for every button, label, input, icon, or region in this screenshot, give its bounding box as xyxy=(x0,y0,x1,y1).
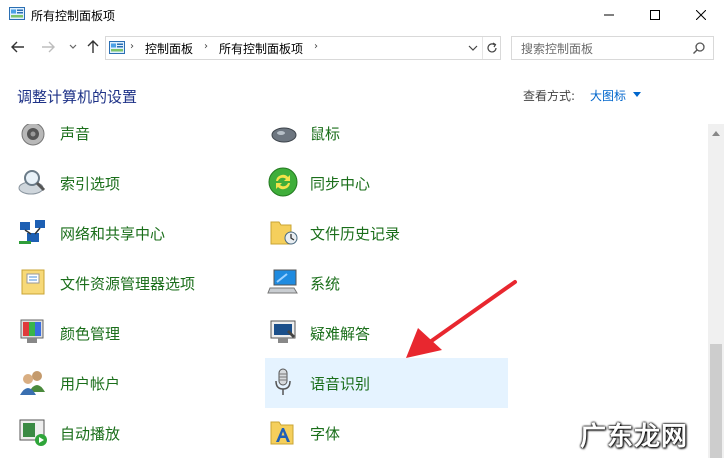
arrow-left-icon xyxy=(11,41,24,53)
item-label: 鼠标 xyxy=(310,125,341,143)
view-by-label: 查看方式: xyxy=(523,89,576,103)
troubleshooting-icon xyxy=(270,320,296,343)
item-fonts[interactable]: 字体 xyxy=(265,408,508,458)
recent-locations-button[interactable] xyxy=(64,38,82,56)
mouse-icon xyxy=(271,127,297,143)
watermark-text: 广东龙网 xyxy=(580,422,689,452)
control-panel-icon xyxy=(9,7,25,20)
sync-center-icon xyxy=(268,167,298,197)
caret-down-icon[interactable] xyxy=(633,92,641,97)
item-indexing-options[interactable]: 索引选项 xyxy=(15,158,258,208)
item-label: 声音 xyxy=(60,125,91,143)
item-speech-recognition[interactable]: 语音识别 xyxy=(265,358,508,408)
arrow-up-icon xyxy=(87,40,99,53)
item-label: 索引选项 xyxy=(60,175,121,193)
forward-button[interactable] xyxy=(39,38,57,56)
search-box[interactable]: 搜索控制面板 xyxy=(511,36,714,60)
chevron-down-icon[interactable] xyxy=(466,41,480,55)
page-heading: 调整计算机的设置 xyxy=(17,88,138,106)
control-panel-icon xyxy=(109,41,125,54)
item-sync-center[interactable]: 同步中心 xyxy=(265,158,508,208)
item-color-management[interactable]: 颜色管理 xyxy=(15,308,258,358)
navigation-bar: › 控制面板 › 所有控制面板项 › 搜索控制面板 xyxy=(0,30,724,64)
control-panel-items: 声音 索引选项 网络和共享中心 文件资源管理器选项 颜色管理 用户帐户 自动播放… xyxy=(0,124,708,458)
back-button[interactable] xyxy=(9,38,27,56)
item-label: 系统 xyxy=(310,275,341,293)
item-mouse[interactable]: 鼠标 xyxy=(265,124,508,158)
autoplay-icon xyxy=(19,419,47,446)
up-button[interactable] xyxy=(84,38,102,56)
item-sound[interactable]: 声音 xyxy=(15,124,258,158)
close-button[interactable] xyxy=(678,0,724,30)
chevron-down-icon xyxy=(69,44,77,49)
refresh-button[interactable] xyxy=(482,37,501,59)
close-icon xyxy=(696,10,706,20)
maximize-icon xyxy=(650,10,660,20)
item-system[interactable]: 系统 xyxy=(265,258,508,308)
network-icon xyxy=(19,220,45,244)
vertical-scrollbar[interactable] xyxy=(708,124,724,458)
item-autoplay[interactable]: 自动播放 xyxy=(15,408,258,458)
file-history-icon xyxy=(270,221,298,245)
item-file-explorer-options[interactable]: 文件资源管理器选项 xyxy=(15,258,258,308)
item-label: 字体 xyxy=(310,425,341,443)
indexing-magnifier-icon xyxy=(18,170,46,195)
item-label: 文件资源管理器选项 xyxy=(60,275,196,293)
item-label: 同步中心 xyxy=(310,175,371,193)
refresh-icon xyxy=(487,42,497,53)
window-title: 所有控制面板项 xyxy=(31,9,116,23)
item-label: 颜色管理 xyxy=(60,325,121,343)
maximize-button[interactable] xyxy=(632,0,678,30)
speaker-icon xyxy=(21,124,45,146)
search-placeholder: 搜索控制面板 xyxy=(521,42,594,56)
item-user-accounts[interactable]: 用户帐户 xyxy=(15,358,258,408)
item-label: 疑难解答 xyxy=(310,325,371,343)
folder-options-icon xyxy=(21,269,45,295)
search-icon xyxy=(693,42,705,54)
color-management-icon xyxy=(20,319,44,343)
item-label: 自动播放 xyxy=(60,425,121,443)
item-label: 语音识别 xyxy=(310,375,371,393)
breadcrumb-all-items[interactable]: 所有控制面板项 xyxy=(219,40,303,57)
item-network-sharing-center[interactable]: 网络和共享中心 xyxy=(15,208,258,258)
view-by-dropdown[interactable]: 大图标 xyxy=(590,87,626,104)
minimize-button[interactable] xyxy=(586,0,632,30)
fonts-icon xyxy=(270,421,294,445)
breadcrumb-control-panel[interactable]: 控制面板 xyxy=(145,40,193,57)
user-accounts-icon xyxy=(20,371,45,395)
item-label: 文件历史记录 xyxy=(310,225,401,243)
item-troubleshooting[interactable]: 疑难解答 xyxy=(265,308,508,358)
arrow-right-icon xyxy=(42,41,55,53)
title-bar: 所有控制面板项 xyxy=(0,0,724,30)
breadcrumb-separator-icon[interactable]: › xyxy=(204,41,208,52)
item-file-history[interactable]: 文件历史记录 xyxy=(265,208,508,258)
item-label: 用户帐户 xyxy=(60,375,121,393)
item-label: 网络和共享中心 xyxy=(60,225,166,243)
system-icon xyxy=(267,269,298,294)
scrollbar-thumb[interactable] xyxy=(710,344,722,458)
microphone-icon xyxy=(275,368,291,395)
scroll-up-arrow-icon[interactable] xyxy=(712,130,720,136)
breadcrumb-separator-icon[interactable]: › xyxy=(314,41,318,52)
minimize-icon xyxy=(604,14,614,16)
breadcrumb-separator-icon[interactable]: › xyxy=(130,41,134,52)
address-bar[interactable]: › 控制面板 › 所有控制面板项 › xyxy=(105,36,501,60)
